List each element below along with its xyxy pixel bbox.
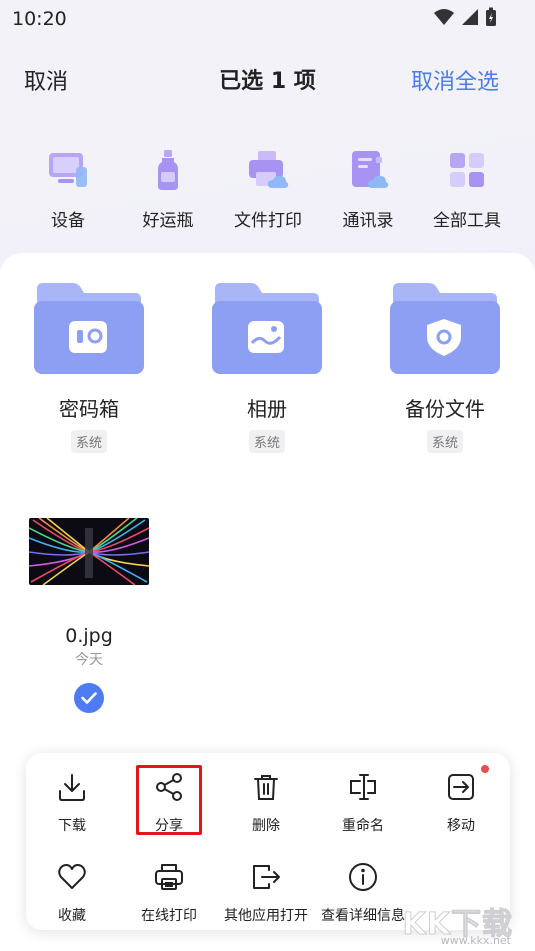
file-item[interactable]: 0.jpg 今天: [28, 517, 150, 713]
folder-icon: [390, 283, 500, 374]
file-name: 0.jpg: [65, 625, 113, 647]
action-delete[interactable]: 删除: [216, 771, 316, 835]
check-icon: [81, 692, 97, 704]
selected-checkmark[interactable]: [74, 683, 104, 713]
tool-label: 好运瓶: [142, 211, 194, 231]
heart-icon: [58, 864, 86, 889]
folder-album[interactable]: 相册 系统: [197, 281, 337, 453]
info-icon: [349, 863, 377, 891]
deselect-all-button[interactable]: 取消全选: [411, 64, 499, 96]
action-label: 重命名: [342, 818, 384, 834]
tool-file-print[interactable]: 文件打印: [218, 148, 318, 231]
action-label: 删除: [252, 818, 280, 834]
contacts-icon: [352, 151, 389, 188]
grid-icon: [450, 153, 484, 187]
tool-all-tools[interactable]: 全部工具: [417, 148, 517, 231]
action-online-print[interactable]: 在线打印: [119, 861, 219, 925]
tool-contacts[interactable]: 通讯录: [318, 148, 418, 231]
cancel-button[interactable]: 取消: [24, 64, 68, 96]
folder-icon: [34, 283, 144, 374]
printer-icon: [249, 151, 289, 188]
action-move[interactable]: 移动: [411, 771, 511, 835]
status-time: 10:20: [12, 8, 67, 30]
trash-icon: [254, 775, 278, 800]
watermark-logo: KK下载 www.kkx.net: [395, 899, 513, 948]
wifi-icon: [434, 9, 454, 25]
folder-name: 密码箱: [59, 397, 119, 421]
battery-icon: [486, 7, 496, 26]
tools-row: 设备 好运瓶 文件打印 通讯录 全部工具: [0, 148, 535, 231]
safe-icon: [69, 321, 107, 353]
rename-icon: [350, 774, 376, 800]
file-date: 今天: [75, 652, 103, 668]
notification-dot: [481, 765, 489, 773]
tool-label: 文件打印: [234, 211, 302, 231]
action-label: 其他应用打开: [224, 908, 308, 924]
folder-icon: [212, 283, 322, 374]
action-label: 移动: [447, 818, 475, 834]
image-thumbnail: [28, 517, 150, 586]
tool-bottle[interactable]: 好运瓶: [118, 148, 218, 231]
open-with-icon: [253, 865, 280, 889]
folder-tag: 系统: [248, 430, 285, 453]
action-favorite[interactable]: 收藏: [22, 861, 122, 925]
folder-name: 备份文件: [405, 397, 485, 421]
action-label: 在线打印: [141, 908, 197, 924]
folder-safe[interactable]: 密码箱 系统: [19, 281, 159, 453]
action-open-with[interactable]: 其他应用打开: [216, 861, 316, 925]
tool-label: 通讯录: [342, 211, 394, 231]
folder-tag: 系统: [426, 430, 463, 453]
device-icon: [49, 153, 87, 187]
folder-backup[interactable]: 备份文件 系统: [375, 281, 515, 453]
action-label: 下载: [58, 818, 86, 834]
top-bar: 取消 已选 1 项 取消全选: [0, 58, 535, 98]
action-label: 分享: [155, 818, 183, 834]
status-icons: [433, 7, 497, 27]
watermark-url: www.kkx.net: [440, 934, 511, 947]
folder-name: 相册: [247, 397, 287, 421]
action-share[interactable]: 分享: [119, 771, 219, 835]
tool-device[interactable]: 设备: [18, 148, 118, 231]
action-label: 收藏: [58, 908, 86, 924]
bottle-icon: [158, 150, 178, 190]
move-icon: [448, 774, 474, 800]
signal-icon: [462, 9, 478, 25]
action-rename[interactable]: 重命名: [313, 771, 413, 835]
photo-icon: [248, 321, 284, 353]
download-icon: [59, 774, 85, 801]
tool-label: 设备: [51, 211, 85, 231]
status-bar: 10:20: [0, 0, 535, 36]
print-icon: [155, 864, 183, 890]
tool-label: 全部工具: [433, 211, 501, 231]
folder-tag: 系统: [70, 430, 107, 453]
share-icon: [156, 773, 182, 801]
action-download[interactable]: 下载: [22, 771, 122, 835]
